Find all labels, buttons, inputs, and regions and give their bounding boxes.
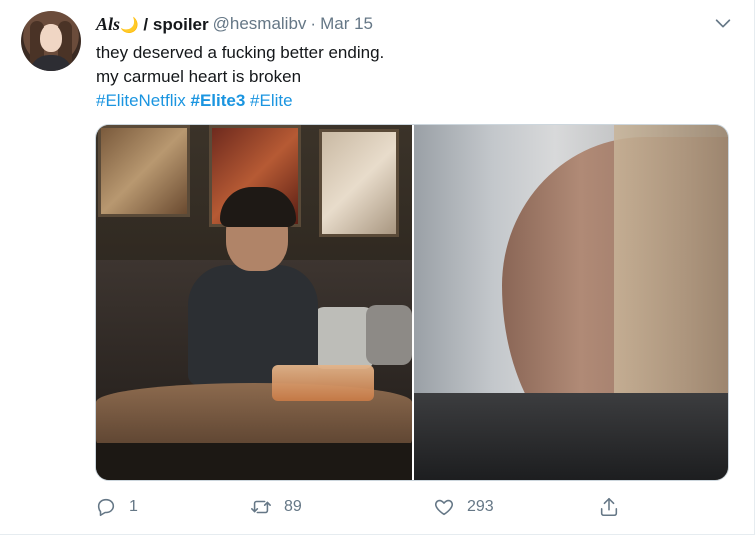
share-icon (600, 497, 618, 517)
tweet-date[interactable]: Mar 15 (320, 14, 373, 34)
reply-count: 1 (129, 498, 138, 515)
like-button[interactable]: 293 (433, 493, 494, 521)
wall-painting (319, 129, 399, 237)
author-handle[interactable]: @hesmalibv (213, 14, 307, 34)
photo-right[interactable] (414, 125, 728, 480)
table-base (96, 443, 412, 480)
author-name[interactable]: Als🌙 / spoiler (96, 14, 209, 35)
hashtag-link[interactable]: #Elite3 (191, 91, 246, 110)
media-grid (95, 124, 729, 481)
author-name-rest: / spoiler (138, 14, 209, 34)
reply-icon (97, 498, 115, 517)
like-count: 293 (467, 498, 494, 515)
photo-left[interactable] (96, 125, 412, 480)
pillow (314, 307, 374, 369)
tweet-card[interactable]: Als🌙 / spoiler @hesmalibv · Mar 15 they … (0, 0, 755, 535)
hashtag-link[interactable]: #Elite (250, 91, 293, 110)
avatar[interactable] (21, 11, 81, 71)
tweet-header: Als🌙 / spoiler @hesmalibv · Mar 15 (96, 13, 373, 35)
tweet-text-line: my carmuel heart is broken (96, 67, 302, 86)
hashtag-link[interactable]: #EliteNetflix (96, 91, 186, 110)
heart-icon (434, 499, 454, 516)
chevron-down-icon[interactable] (712, 12, 734, 34)
hashtags: #EliteNetflix #Elite3 #Elite (96, 89, 384, 113)
car-interior (414, 393, 728, 480)
tweet-text-line: they deserved a fucking better ending. (96, 43, 385, 62)
moon-icon: 🌙 (120, 16, 139, 34)
avatar-face (40, 24, 62, 52)
separator-dot: · (310, 14, 317, 33)
tweet-text: they deserved a fucking better ending. m… (96, 41, 384, 113)
author-name-italic: Als (96, 13, 121, 34)
reply-button[interactable]: 1 (95, 493, 138, 521)
food-dish (272, 365, 374, 401)
retweet-icon (251, 500, 271, 514)
wall-painting (98, 125, 190, 217)
retweet-button[interactable]: 89 (250, 493, 302, 521)
tweet-actions: 1 89 293 (95, 493, 635, 521)
share-button[interactable] (598, 493, 620, 521)
pillow (366, 305, 412, 365)
retweet-count: 89 (284, 498, 302, 515)
